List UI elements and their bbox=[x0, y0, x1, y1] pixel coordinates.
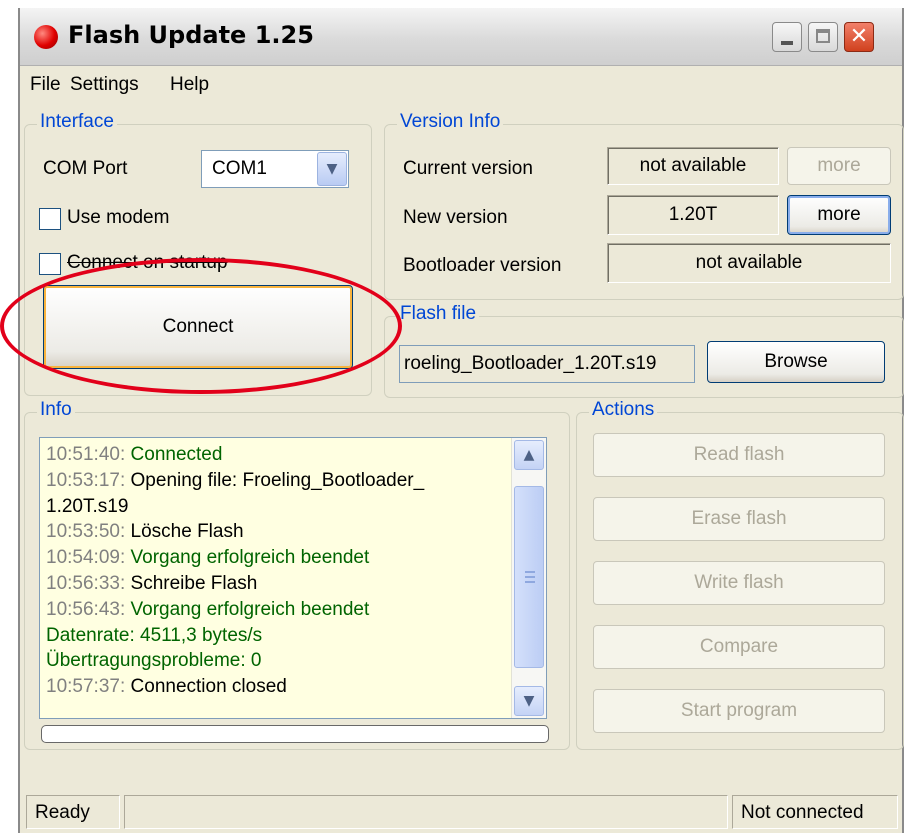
status-bar: Ready Not connected bbox=[20, 791, 902, 833]
log-message: 1.20T.s19 bbox=[46, 495, 129, 517]
browse-button[interactable]: Browse bbox=[707, 341, 885, 383]
read-flash-button[interactable]: Read flash bbox=[593, 433, 885, 477]
menu-settings[interactable]: Settings bbox=[70, 74, 139, 96]
version-info-group: Version Info Current version not availab… bbox=[384, 111, 904, 300]
interface-group-label: Interface bbox=[37, 111, 117, 133]
log-timestamp: 10:56:33: bbox=[46, 572, 126, 594]
log-timestamp: 10:56:43: bbox=[46, 598, 126, 620]
interface-group: Interface COM Port COM1 ▼ Use modem Conn… bbox=[24, 111, 372, 396]
chevron-up-icon[interactable]: ▲ bbox=[514, 440, 544, 470]
start-program-button[interactable]: Start program bbox=[593, 689, 885, 733]
log-message: Opening file: Froeling_Bootloader_ bbox=[125, 469, 425, 491]
log-timestamp: 10:53:50: bbox=[46, 521, 126, 543]
close-icon: ✕ bbox=[849, 24, 869, 49]
com-port-select[interactable]: COM1 ▼ bbox=[201, 150, 349, 188]
menu-help[interactable]: Help bbox=[170, 74, 209, 96]
log-line: Übertragungsprobleme: 0 bbox=[46, 648, 506, 674]
use-modem-checkbox[interactable] bbox=[39, 208, 61, 230]
log-message: Connected bbox=[125, 444, 223, 465]
window-title: Flash Update 1.25 bbox=[68, 21, 314, 49]
current-version-more-button[interactable]: more bbox=[787, 147, 891, 185]
log-timestamp: 10:53:17: bbox=[46, 469, 126, 491]
bootloader-version-value: not available bbox=[607, 243, 891, 283]
app-icon bbox=[34, 25, 58, 49]
menu-file[interactable]: File bbox=[30, 74, 61, 96]
grip-icon bbox=[525, 571, 535, 583]
minimize-button[interactable] bbox=[772, 22, 802, 52]
connect-on-startup-checkbox[interactable] bbox=[39, 253, 61, 275]
log-line: 10:53:50: Lösche Flash bbox=[46, 519, 506, 545]
new-version-value: 1.20T bbox=[607, 195, 779, 235]
status-connection: Not connected bbox=[732, 795, 898, 829]
info-log-scrollbar[interactable]: ▲ ▼ bbox=[511, 438, 546, 718]
log-timestamp: 10:54:09: bbox=[46, 547, 126, 569]
use-modem-label[interactable]: Use modem bbox=[67, 207, 169, 229]
com-port-value: COM1 bbox=[212, 158, 267, 179]
log-message: Vorgang erfolgreich beendet bbox=[125, 547, 370, 569]
scrollbar-thumb[interactable] bbox=[514, 486, 544, 668]
bootloader-version-label: Bootloader version bbox=[403, 255, 562, 276]
log-message: Schreibe Flash bbox=[125, 572, 258, 594]
log-line: 1.20T.s19 bbox=[46, 494, 506, 520]
minimize-icon bbox=[781, 41, 793, 45]
chevron-down-icon[interactable]: ▼ bbox=[317, 152, 347, 186]
erase-flash-button[interactable]: Erase flash bbox=[593, 497, 885, 541]
current-version-value: not available bbox=[607, 147, 779, 185]
progress-bar bbox=[41, 725, 549, 743]
com-port-label: COM Port bbox=[43, 158, 128, 179]
info-log[interactable]: 10:51:40: Connected 10:53:17: Opening fil… bbox=[39, 437, 547, 719]
write-flash-button[interactable]: Write flash bbox=[593, 561, 885, 605]
log-line: 10:57:37: Connection closed bbox=[46, 674, 506, 700]
log-message: Lösche Flash bbox=[125, 521, 244, 543]
info-group: Info 10:51:40: Connected 10:53:17: Openin… bbox=[24, 399, 570, 750]
status-spacer bbox=[124, 795, 728, 829]
log-line: Datenrate: 4511,3 bytes/s bbox=[46, 623, 506, 649]
actions-group-label: Actions bbox=[589, 399, 658, 421]
connect-button[interactable]: Connect bbox=[43, 285, 353, 369]
log-line: 10:53:17: Opening file: Froeling_Bootloa… bbox=[46, 468, 506, 494]
status-ready: Ready bbox=[26, 795, 120, 829]
app-window: Flash Update 1.25 ✕ File Settings Help I… bbox=[18, 8, 904, 833]
actions-group: Actions Read flash Erase flash Write fla… bbox=[576, 399, 904, 750]
title-bar[interactable]: Flash Update 1.25 ✕ bbox=[20, 8, 902, 66]
menu-bar: File Settings Help bbox=[20, 70, 902, 102]
maximize-button bbox=[808, 22, 838, 52]
current-version-label: Current version bbox=[403, 158, 533, 179]
compare-button[interactable]: Compare bbox=[593, 625, 885, 669]
log-message: Connection closed bbox=[125, 676, 287, 698]
close-button[interactable]: ✕ bbox=[844, 22, 874, 52]
maximize-icon bbox=[816, 29, 830, 43]
version-info-group-label: Version Info bbox=[397, 111, 504, 133]
log-line: 10:54:09: Vorgang erfolgreich beendet bbox=[46, 545, 506, 571]
flash-file-input[interactable]: roeling_Bootloader_1.20T.s19 bbox=[399, 345, 695, 383]
chevron-down-icon[interactable]: ▼ bbox=[514, 686, 544, 716]
info-group-label: Info bbox=[37, 399, 75, 421]
log-timestamp: 10:51:40: bbox=[46, 444, 126, 465]
info-log-lines: 10:51:40: Connected 10:53:17: Opening fil… bbox=[46, 442, 506, 700]
connect-on-startup-label[interactable]: Connect on startup bbox=[67, 252, 228, 274]
flash-file-group-label: Flash file bbox=[397, 303, 480, 325]
log-timestamp: 10:57:37: bbox=[46, 676, 126, 698]
log-line: 10:56:33: Schreibe Flash bbox=[46, 571, 506, 597]
flash-file-group: Flash file roeling_Bootloader_1.20T.s19 … bbox=[384, 303, 904, 398]
log-message: Übertragungsprobleme: 0 bbox=[46, 650, 262, 672]
new-version-more-button[interactable]: more bbox=[787, 195, 891, 235]
log-line: 10:56:43: Vorgang erfolgreich beendet bbox=[46, 597, 506, 623]
new-version-label: New version bbox=[403, 207, 508, 228]
log-message: Vorgang erfolgreich beendet bbox=[125, 598, 370, 620]
log-line: 10:51:40: Connected bbox=[46, 442, 506, 468]
log-message: Datenrate: 4511,3 bytes/s bbox=[46, 624, 263, 646]
